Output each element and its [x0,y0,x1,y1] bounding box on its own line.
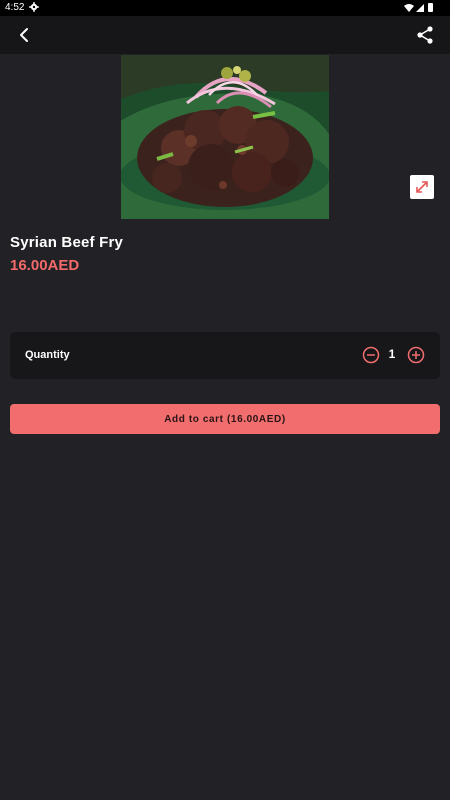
settings-gear-icon [29,2,39,12]
quantity-value: 1 [388,347,396,361]
signal-icon [416,4,424,12]
share-icon[interactable] [414,24,436,46]
product-name: Syrian Beef Fry [10,234,124,251]
wifi-icon [404,4,414,12]
expand-arrows-icon[interactable] [410,175,434,199]
product-price: 16.00AED [10,257,80,274]
app-bar [0,16,450,54]
status-bar: 4:52 [0,0,450,16]
food-photo [121,55,329,219]
product-detail-screen: 4:52 Syrian Beef Fry 16.00AED Quantity 1… [0,0,450,800]
status-time: 4:52 [5,2,25,13]
battery-icon [428,3,433,12]
add-to-cart-button[interactable]: Add to cart (16.00AED) [10,404,440,434]
minus-circle-icon[interactable] [362,346,380,364]
status-icons [404,3,433,12]
plus-circle-icon[interactable] [407,346,425,364]
quantity-card: Quantity 1 [10,332,440,379]
chevron-left-icon[interactable] [13,24,35,46]
quantity-label: Quantity [25,349,70,361]
